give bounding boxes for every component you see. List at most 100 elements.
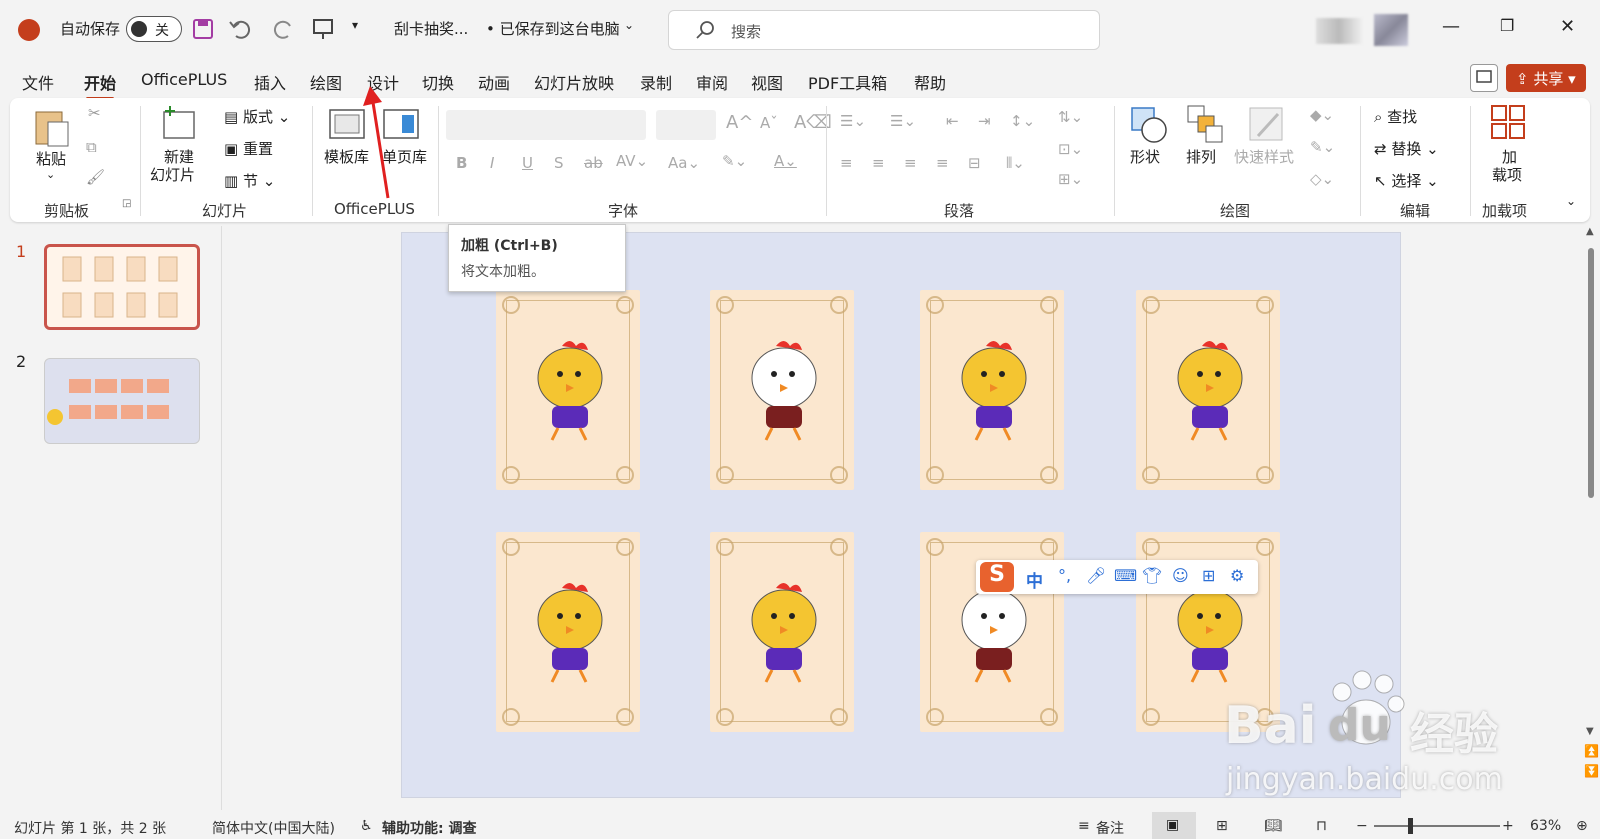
underline-button[interactable]: U	[522, 154, 533, 172]
search-box[interactable]: 搜索	[668, 10, 1100, 50]
previous-slide-icon[interactable]: ⏫	[1584, 744, 1599, 758]
collapse-ribbon-icon[interactable]: ⌄	[1566, 194, 1576, 208]
shape-fill-icon[interactable]: ◆⌄	[1310, 106, 1334, 124]
select-button[interactable]: ↖ 选择 ⌄	[1374, 170, 1439, 191]
ime-toolbar[interactable]: S 中 °, 🎤︎ ⌨ 👕︎ ☺ ⊞ ⚙	[976, 560, 1258, 594]
chevron-down-icon[interactable]: ⌄	[624, 18, 634, 32]
highlight-icon[interactable]: ✎⌄	[722, 152, 747, 170]
minimize-icon[interactable]: —	[1442, 16, 1460, 37]
zoom-level[interactable]: 63%	[1530, 818, 1561, 834]
scroll-down-icon[interactable]: ▼	[1586, 726, 1594, 737]
tab-home[interactable]: 开始	[84, 70, 116, 100]
distribute-icon[interactable]: ⊟	[968, 154, 981, 172]
tab-pdf-tools[interactable]: PDF工具箱	[808, 70, 887, 94]
scratch-card[interactable]	[496, 532, 640, 732]
redo-icon[interactable]	[272, 18, 296, 40]
slide-thumbnail-2[interactable]	[44, 358, 200, 444]
tab-slideshow[interactable]: 幻灯片放映	[534, 70, 614, 94]
change-case-icon[interactable]: Aa⌄	[668, 154, 700, 172]
quick-styles-button[interactable]: 快速样式	[1234, 146, 1294, 167]
decrease-font-icon[interactable]: Aˇ	[760, 114, 778, 132]
game-icon[interactable]: ☺	[1172, 566, 1189, 585]
tab-view[interactable]: 视图	[751, 70, 783, 94]
font-name-select[interactable]	[446, 110, 646, 140]
align-right-icon[interactable]: ≡	[904, 154, 917, 172]
tab-draw[interactable]: 绘图	[310, 70, 342, 94]
language-status[interactable]: 简体中文(中国大陆)	[212, 818, 335, 838]
tab-insert[interactable]: 插入	[254, 70, 286, 94]
comments-button[interactable]	[1470, 64, 1498, 92]
zoom-in-icon[interactable]: +	[1502, 818, 1514, 834]
replace-button[interactable]: ⇄ 替换 ⌄	[1374, 138, 1439, 159]
layout-button[interactable]: ▤ 版式 ⌄	[224, 106, 290, 127]
reset-button[interactable]: ▣ 重置	[224, 138, 273, 159]
microphone-icon[interactable]: 🎤︎	[1086, 566, 1106, 585]
new-slide-label-2[interactable]: 幻灯片	[150, 164, 195, 185]
scratch-card[interactable]	[710, 532, 854, 732]
fit-slide-icon[interactable]: ⊕	[1576, 818, 1588, 834]
tab-transitions[interactable]: 切换	[422, 70, 454, 94]
zoom-slider[interactable]	[1374, 825, 1500, 827]
account-avatar[interactable]	[1316, 18, 1362, 44]
italic-button[interactable]: I	[490, 154, 494, 172]
normal-view-button[interactable]: ▣	[1152, 812, 1196, 839]
customize-toolbar-icon[interactable]: ▾	[352, 18, 358, 32]
find-button[interactable]: ⌕ 查找	[1374, 106, 1417, 127]
justify-icon[interactable]: ≡	[936, 154, 949, 172]
notes-button[interactable]: 备注	[1096, 818, 1124, 838]
autosave-toggle[interactable]: 关	[126, 16, 182, 42]
scratch-card[interactable]	[920, 290, 1064, 490]
tab-review[interactable]: 审阅	[696, 70, 728, 94]
reading-view-icon[interactable]: 📖︎	[1264, 818, 1282, 834]
tab-officeplus[interactable]: OfficePLUS	[141, 70, 227, 89]
arrange-button[interactable]: 排列	[1186, 146, 1216, 167]
tab-record[interactable]: 录制	[640, 70, 672, 94]
align-left-icon[interactable]: ≡	[840, 154, 853, 172]
account-photo[interactable]	[1374, 14, 1408, 46]
keyboard-icon[interactable]: ⌨	[1114, 566, 1137, 585]
punctuation-icon[interactable]: °,	[1058, 566, 1071, 585]
restore-icon[interactable]: ❐	[1500, 16, 1514, 35]
line-spacing-icon[interactable]: ↕⌄	[1010, 112, 1035, 130]
slide-thumbnail-1[interactable]	[44, 244, 200, 330]
save-status[interactable]: • 已保存到这台电脑	[486, 18, 620, 39]
toolbox-icon[interactable]: ⊞	[1202, 566, 1215, 585]
scrollbar-thumb[interactable]	[1588, 248, 1594, 498]
settings-icon[interactable]: ⚙	[1230, 566, 1244, 585]
tab-help[interactable]: 帮助	[914, 70, 946, 94]
slideshow-icon[interactable]: ⊓	[1316, 818, 1327, 834]
dialog-launcher-icon[interactable]: ◲	[122, 198, 131, 209]
scratch-card[interactable]	[496, 290, 640, 490]
skin-icon[interactable]: 👕︎	[1142, 566, 1162, 585]
scroll-up-icon[interactable]: ▲	[1586, 226, 1594, 237]
strikethrough-button[interactable]: ab	[584, 154, 603, 172]
align-center-icon[interactable]: ≡	[872, 154, 885, 172]
paste-dropdown-icon[interactable]: ⌄	[46, 168, 55, 181]
decrease-indent-icon[interactable]: ⇤	[946, 112, 959, 130]
align-text-icon[interactable]: ⊡⌄	[1058, 140, 1083, 158]
addins-label-2[interactable]: 载项	[1492, 164, 1522, 185]
undo-icon[interactable]	[228, 18, 252, 40]
accessibility-status[interactable]: 辅助功能: 调查	[382, 818, 476, 838]
tab-file[interactable]: 文件	[22, 70, 54, 94]
zoom-out-icon[interactable]: −	[1356, 818, 1368, 834]
shape-effects-icon[interactable]: ◇⌄	[1310, 170, 1334, 188]
format-painter-icon[interactable]: 🖌	[86, 168, 105, 186]
cut-icon[interactable]: ✂	[88, 104, 101, 122]
font-color-icon[interactable]: A⌄	[774, 152, 797, 170]
sogou-logo-icon[interactable]: S	[980, 562, 1014, 592]
increase-indent-icon[interactable]: ⇥	[978, 112, 991, 130]
numbering-icon[interactable]: ☰⌄	[890, 112, 916, 130]
smartart-icon[interactable]: ⊞⌄	[1058, 170, 1083, 188]
next-slide-icon[interactable]: ⏬	[1584, 764, 1599, 778]
scratch-card[interactable]	[1136, 290, 1280, 490]
shape-outline-icon[interactable]: ✎⌄	[1310, 138, 1335, 156]
zoom-slider-thumb[interactable]	[1408, 818, 1413, 834]
paste-button[interactable]: 粘贴	[36, 148, 66, 169]
copy-icon[interactable]: ⧉	[86, 138, 97, 156]
columns-icon[interactable]: ⫴⌄	[1006, 154, 1025, 172]
section-button[interactable]: ▥ 节 ⌄	[224, 170, 275, 191]
slide-sorter-icon[interactable]: ⊞	[1216, 818, 1228, 834]
bold-button[interactable]: B	[456, 154, 467, 172]
present-icon[interactable]	[312, 18, 334, 40]
